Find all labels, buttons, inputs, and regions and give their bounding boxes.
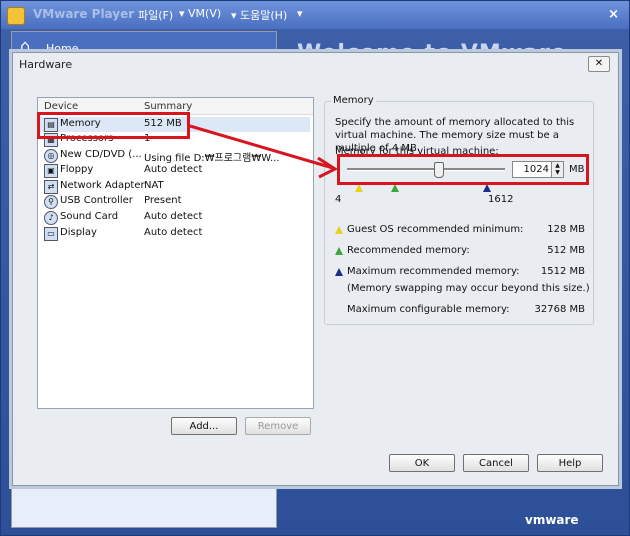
annotation-arrow-icon: [189, 124, 339, 179]
